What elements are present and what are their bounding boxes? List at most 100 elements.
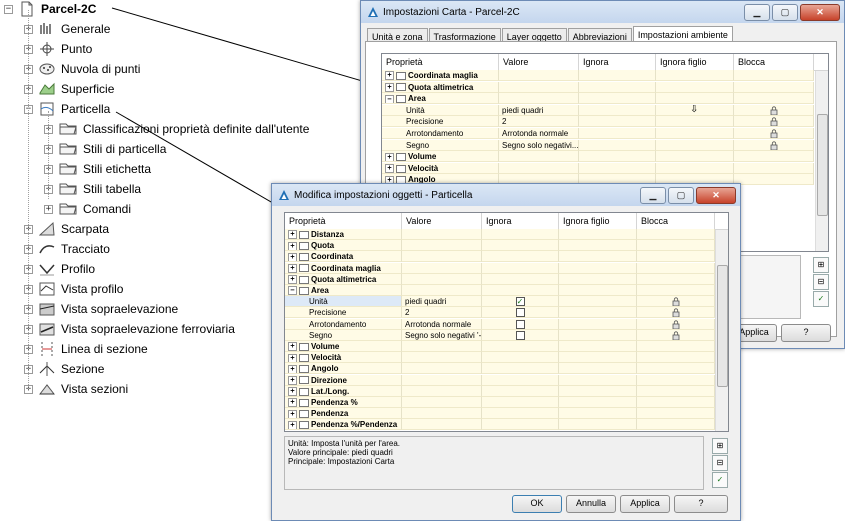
lock-cell[interactable] bbox=[734, 104, 814, 116]
collapse-icon[interactable]: − bbox=[385, 94, 394, 104]
help-button[interactable]: ? bbox=[781, 324, 831, 342]
override-checkbox[interactable] bbox=[515, 330, 525, 340]
table-row[interactable]: + Coordinata bbox=[285, 251, 728, 263]
lock-cell[interactable] bbox=[637, 374, 715, 386]
lock-cell[interactable] bbox=[637, 307, 715, 319]
column-header[interactable]: Blocca bbox=[734, 54, 814, 70]
table-row[interactable]: + Quota altimetrica bbox=[285, 273, 728, 285]
column-header[interactable]: Ignora bbox=[482, 213, 559, 229]
child-override-cell[interactable] bbox=[559, 296, 637, 308]
child-override-cell[interactable] bbox=[559, 318, 637, 330]
expand-icon[interactable]: + bbox=[288, 353, 297, 363]
override-cell[interactable] bbox=[579, 151, 656, 163]
lock-cell[interactable] bbox=[734, 174, 814, 186]
expand-icon[interactable]: + bbox=[288, 409, 297, 419]
value-cell[interactable] bbox=[499, 81, 579, 93]
column-header[interactable]: Valore bbox=[402, 213, 482, 229]
override-cell[interactable] bbox=[482, 240, 559, 252]
child-override-cell[interactable] bbox=[559, 385, 637, 397]
lock-icon[interactable] bbox=[672, 308, 680, 318]
override-cell[interactable] bbox=[579, 128, 656, 139]
table-row[interactable]: Precisione 2 bbox=[382, 116, 828, 128]
column-header[interactable]: Ignora figlio bbox=[559, 213, 637, 229]
override-cell[interactable]: ✓ bbox=[482, 296, 559, 308]
override-cell[interactable] bbox=[482, 363, 559, 375]
value-cell[interactable]: piedi quadri bbox=[402, 296, 482, 308]
child-override-cell[interactable] bbox=[559, 363, 637, 375]
table-row[interactable]: + Velocità bbox=[382, 162, 828, 174]
expand-icon[interactable]: + bbox=[288, 230, 297, 239]
expand-icon[interactable]: + bbox=[385, 152, 394, 162]
lock-cell[interactable] bbox=[637, 229, 715, 240]
table-row[interactable]: + Quota altimetrica bbox=[382, 81, 828, 93]
value-cell[interactable]: Segno solo negativi... bbox=[499, 139, 579, 151]
lock-cell[interactable] bbox=[734, 70, 814, 81]
edit-object-settings-titlebar[interactable]: Modifica impostazioni oggetti - Particel… bbox=[272, 184, 740, 206]
expand-all-button[interactable]: ⊞ bbox=[712, 438, 728, 454]
override-cell[interactable] bbox=[579, 162, 656, 174]
value-cell[interactable]: Segno solo negativi '-' bbox=[402, 329, 482, 341]
child-override-cell[interactable] bbox=[559, 408, 637, 420]
close-button[interactable]: ✕ bbox=[696, 187, 736, 204]
table-row[interactable]: + Distanza bbox=[285, 229, 728, 240]
table-row[interactable]: + Pendenza %/Pendenza bbox=[285, 419, 728, 431]
child-override-cell[interactable] bbox=[559, 419, 637, 431]
value-cell[interactable] bbox=[402, 374, 482, 386]
override-checkbox[interactable]: ✓ bbox=[515, 297, 525, 307]
lock-cell[interactable] bbox=[734, 151, 814, 163]
expand-all-button[interactable]: ⊞ bbox=[813, 257, 829, 273]
value-cell[interactable] bbox=[499, 93, 579, 105]
lock-cell[interactable] bbox=[637, 251, 715, 263]
check-button[interactable]: ✓ bbox=[813, 291, 829, 307]
value-cell[interactable] bbox=[402, 240, 482, 252]
column-header[interactable]: Ignora bbox=[579, 54, 656, 70]
value-cell[interactable] bbox=[402, 385, 482, 397]
lock-cell[interactable] bbox=[734, 128, 814, 139]
table-row[interactable]: + Direzione bbox=[285, 374, 728, 386]
value-cell[interactable] bbox=[499, 151, 579, 163]
lock-cell[interactable] bbox=[637, 262, 715, 274]
expand-icon[interactable]: + bbox=[288, 263, 297, 273]
child-override-cell[interactable] bbox=[559, 341, 637, 352]
lock-cell[interactable] bbox=[637, 363, 715, 375]
override-checkbox[interactable] bbox=[515, 308, 525, 318]
override-cell[interactable] bbox=[579, 93, 656, 105]
override-cell[interactable] bbox=[482, 318, 559, 330]
lock-cell[interactable] bbox=[637, 318, 715, 330]
value-cell[interactable] bbox=[402, 285, 482, 296]
override-cell[interactable] bbox=[579, 139, 656, 151]
value-cell[interactable] bbox=[402, 273, 482, 285]
override-cell[interactable] bbox=[482, 352, 559, 364]
table-row[interactable]: Precisione 2 bbox=[285, 307, 728, 319]
child-override-cell[interactable] bbox=[656, 162, 734, 174]
expand-icon[interactable]: + bbox=[385, 71, 394, 80]
child-override-cell[interactable] bbox=[656, 116, 734, 128]
lock-cell[interactable] bbox=[734, 116, 814, 128]
expand-icon[interactable]: + bbox=[288, 387, 297, 396]
apply-button[interactable]: Applica bbox=[620, 495, 670, 513]
help-button[interactable]: ? bbox=[674, 495, 728, 513]
lock-cell[interactable] bbox=[637, 352, 715, 364]
child-override-cell[interactable]: ⇩ bbox=[656, 104, 734, 116]
table-row[interactable]: + Velocità bbox=[285, 352, 728, 364]
override-cell[interactable] bbox=[579, 70, 656, 81]
expand-icon[interactable]: + bbox=[288, 252, 297, 262]
expand-icon[interactable]: + bbox=[288, 364, 297, 374]
value-cell[interactable] bbox=[402, 363, 482, 375]
override-cell[interactable] bbox=[482, 329, 559, 341]
value-cell[interactable]: Arrotonda normale bbox=[402, 318, 482, 330]
cancel-button[interactable]: Annulla bbox=[566, 495, 616, 513]
override-cell[interactable] bbox=[482, 408, 559, 420]
close-button[interactable]: ✕ bbox=[800, 4, 840, 21]
expand-icon[interactable]: + bbox=[385, 164, 394, 173]
expand-icon[interactable]: + bbox=[288, 375, 297, 385]
child-override-cell[interactable] bbox=[559, 285, 637, 296]
child-override-cell[interactable] bbox=[656, 81, 734, 93]
expand-icon[interactable]: + bbox=[385, 82, 394, 92]
minimize-button[interactable]: ▁ bbox=[744, 4, 770, 21]
override-cell[interactable] bbox=[482, 341, 559, 352]
child-override-cell[interactable] bbox=[656, 93, 734, 105]
value-cell[interactable] bbox=[402, 341, 482, 352]
value-cell[interactable] bbox=[402, 408, 482, 420]
table-row[interactable]: + Coordinata maglia bbox=[382, 70, 828, 81]
